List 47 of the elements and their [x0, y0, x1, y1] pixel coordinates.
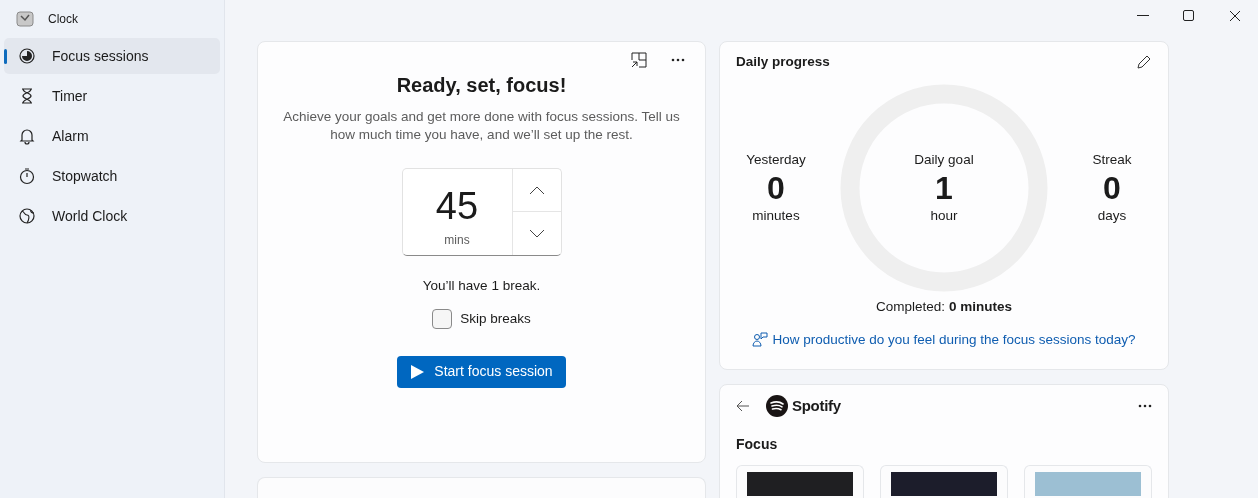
yesterday-unit: minutes — [752, 206, 800, 225]
nav-item[interactable]: Stopwatch — [4, 158, 220, 194]
nav-item[interactable]: World Clock — [4, 198, 220, 234]
spotify-logo-icon — [766, 395, 788, 418]
skip-breaks-checkbox[interactable] — [432, 309, 453, 330]
yesterday-label: Yesterday — [746, 151, 806, 170]
compact-overlay-icon[interactable] — [631, 52, 647, 68]
minimize-icon — [1137, 15, 1149, 17]
focus-description: Achieve your goals and get more done with focus sessions. Tell us how much time you have, and we’ll set up the rest. — [282, 108, 681, 144]
nav-item[interactable]: Timer — [4, 78, 220, 114]
streak-unit: days — [1097, 206, 1127, 225]
streak-label: Streak — [1092, 151, 1132, 170]
clock-icon — [16, 10, 34, 28]
start-focus-session-button[interactable]: Start focus session — [397, 355, 566, 388]
skip-breaks-label: Skip breaks — [460, 310, 531, 329]
feedback-icon — [752, 331, 769, 348]
daily-progress-title: Daily progress — [736, 53, 830, 71]
maximize-icon — [1183, 10, 1195, 22]
focus-icon — [18, 47, 36, 65]
streak-value: 0 — [1103, 170, 1121, 206]
stopwatch-icon — [18, 167, 36, 185]
feedback-link[interactable]: How productive do you feel during the focus sessions today? — [772, 329, 1136, 350]
app-title: Clock — [48, 11, 78, 28]
close-icon — [1229, 10, 1241, 22]
playlist-card[interactable] — [880, 464, 1008, 498]
playlist-card[interactable] — [736, 464, 864, 498]
daily-goal-unit: hour — [930, 206, 958, 225]
nav-item[interactable]: Focus sessions — [4, 38, 220, 74]
play-icon — [410, 364, 425, 379]
minutes-unit: mins — [444, 232, 470, 249]
daily-goal-label: Daily goal — [914, 151, 974, 170]
pencil-icon[interactable] — [1136, 54, 1152, 71]
bell-icon — [18, 127, 36, 145]
globe-icon — [18, 207, 36, 225]
completed-text: Completed: 0 minutes — [876, 299, 1012, 315]
nav-item[interactable]: Alarm — [4, 118, 220, 154]
spotify-brand: Spotify — [792, 396, 841, 416]
minutes-value: 45 — [435, 187, 479, 225]
focus-section-title: Focus — [736, 434, 779, 454]
yesterday-value: 0 — [767, 170, 785, 206]
breaks-note: You’ll have 1 break. — [422, 277, 541, 295]
focus-title: Ready, set, focus! — [396, 73, 567, 98]
chevron-up-icon — [528, 185, 545, 195]
daily-goal-value: 1 — [935, 170, 953, 206]
chevron-down-icon — [528, 229, 545, 238]
back-arrow-icon[interactable] — [736, 400, 750, 413]
more-options-icon[interactable] — [1138, 404, 1152, 409]
